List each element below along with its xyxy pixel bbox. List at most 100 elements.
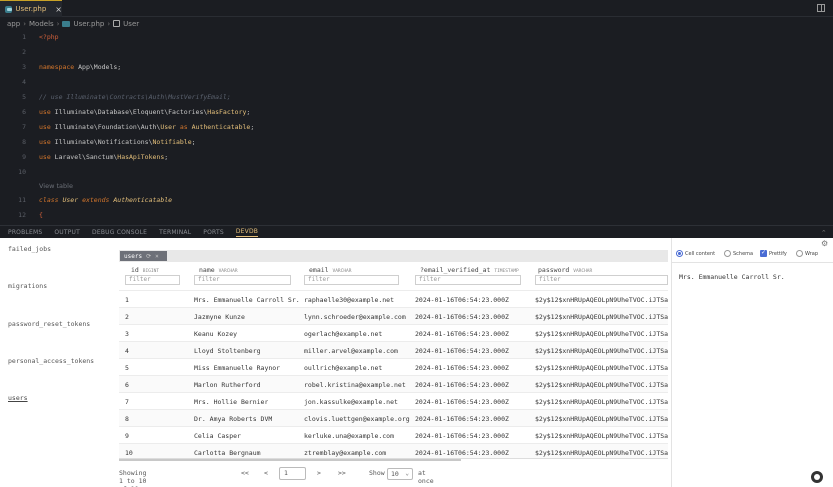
table-cell[interactable]: 2 (125, 313, 129, 321)
tab-problems[interactable]: PROBLEMS (8, 229, 42, 236)
table-cell[interactable]: $2y$12$xnHRUpAQEOLpN9UheTVOC.iJTSaCPt (535, 449, 668, 457)
table-cell[interactable]: $2y$12$xnHRUpAQEOLpN9UheTVOC.iJTSaCPt (535, 313, 668, 321)
code-line[interactable]: 2 (0, 46, 833, 58)
table-row[interactable]: 8 Dr. Amya Roberts DVM clovis.luettgen@exa… (119, 409, 668, 426)
column-filter-input[interactable]: filter (304, 275, 399, 285)
table-cell[interactable]: Marlon Rutherford (194, 381, 261, 389)
split-editor-icon[interactable] (817, 4, 825, 12)
code-line[interactable]: 3 namespace App\Models; (0, 61, 833, 73)
table-cell[interactable]: Mrs. Emmanuelle Carroll Sr. (194, 296, 300, 304)
option-prettify[interactable]: Prettify (760, 249, 787, 257)
table-cell[interactable]: 2024-01-16T06:54:23.000Z (415, 330, 509, 338)
tab-ports[interactable]: PORTS (203, 229, 224, 236)
breadcrumb-models[interactable]: Models (29, 20, 54, 28)
code-line[interactable]: 8 use Illuminate\Notifications\Notifiable… (0, 136, 833, 148)
table-cell[interactable]: 4 (125, 347, 129, 355)
code-line[interactable]: 9 use Laravel\Sanctum\HasApiTokens; (0, 151, 833, 163)
table-cell[interactable]: Keanu Kozey (194, 330, 237, 338)
code-line[interactable]: 4 (0, 76, 833, 88)
code-line[interactable]: 5 // use Illuminate\Contracts\Auth\MustVe… (0, 91, 833, 103)
table-cell[interactable]: Lloyd Stoltenberg (194, 347, 261, 355)
table-cell[interactable]: 2024-01-16T06:54:23.000Z (415, 415, 509, 423)
table-cell[interactable]: 1 (125, 296, 129, 304)
table-link-users[interactable]: users (8, 394, 28, 402)
page-number-input[interactable]: 1 (279, 467, 306, 480)
prev-page-button[interactable]: < (264, 469, 268, 477)
table-cell[interactable]: $2y$12$xnHRUpAQEOLpN9UheTVOC.iJTSaCPt (535, 296, 668, 304)
refresh-icon[interactable]: ⟳ (146, 253, 151, 260)
code-line[interactable]: 1 <?php (0, 31, 833, 43)
breadcrumb-symbol[interactable]: User (123, 20, 139, 28)
table-cell[interactable]: 2024-01-16T06:54:23.000Z (415, 347, 509, 355)
table-cell[interactable]: Mrs. Hollie Bernier (194, 398, 268, 406)
table-cell[interactable]: 2024-01-16T06:54:23.000Z (415, 432, 509, 440)
table-cell[interactable]: 2024-01-16T06:54:23.000Z (415, 296, 509, 304)
table-cell[interactable]: Carlotta Bergnaum (194, 449, 261, 457)
table-cell[interactable]: $2y$12$xnHRUpAQEOLpN9UheTVOC.iJTSaCPt (535, 381, 668, 389)
last-page-button[interactable]: >> (338, 469, 346, 477)
code-line[interactable]: 11 class User extends Authenticatable (0, 194, 833, 206)
table-cell[interactable]: Jazmyne Kunze (194, 313, 245, 321)
code-line[interactable]: 12 { (0, 209, 833, 221)
tab-debug-console[interactable]: DEBUG CONSOLE (92, 229, 147, 236)
settings-icon[interactable]: ⚙ (821, 239, 828, 248)
table-cell[interactable]: ogerlach@example.net (304, 330, 382, 338)
code-line[interactable]: 10 (0, 166, 833, 178)
checkbox-checked-icon[interactable] (760, 249, 767, 257)
code-line[interactable]: 6 use Illuminate\Database\Eloquent\Factor… (0, 106, 833, 118)
table-cell[interactable]: 2024-01-16T06:54:23.000Z (415, 449, 509, 457)
table-row[interactable]: 10 Carlotta Bergnaum ztremblay@example.com… (119, 443, 668, 458)
table-cell[interactable]: miller.arvel@example.com (304, 347, 398, 355)
table-cell[interactable]: ztremblay@example.com (304, 449, 386, 457)
table-cell[interactable]: $2y$12$xnHRUpAQEOLpN9UheTVOC.iJTSaCPt (535, 398, 668, 406)
tab-terminal[interactable]: TERMINAL (159, 229, 191, 236)
table-row[interactable]: 7 Mrs. Hollie Bernier jon.kassulke@example… (119, 392, 668, 409)
table-cell[interactable]: kerluke.una@example.com (304, 432, 394, 440)
table-cell[interactable]: 7 (125, 398, 129, 406)
radio-on-icon[interactable] (676, 250, 683, 257)
column-filter-input[interactable]: filter (194, 275, 291, 285)
table-cell[interactable]: raphaelle30@example.net (304, 296, 394, 304)
panel-actions-icon[interactable]: ⌃ (821, 229, 827, 237)
table-link-migrations[interactable]: migrations (8, 282, 47, 290)
table-cell[interactable]: 2024-01-16T06:54:23.000Z (415, 381, 509, 389)
option-wrap[interactable]: Wrap (796, 250, 818, 257)
first-page-button[interactable]: << (241, 469, 249, 477)
table-cell[interactable]: $2y$12$xnHRUpAQEOLpN9UheTVOC.iJTSaCPt (535, 347, 668, 355)
table-cell[interactable]: $2y$12$xnHRUpAQEOLpN9UheTVOC.iJTSaCPt (535, 432, 668, 440)
table-cell[interactable]: 6 (125, 381, 129, 389)
open-table-tab-users[interactable]: users ⟳ × (120, 251, 167, 261)
table-cell[interactable]: 2024-01-16T06:54:23.000Z (415, 364, 509, 372)
table-cell[interactable]: oullrich@example.net (304, 364, 382, 372)
table-row[interactable]: 4 Lloyd Stoltenberg miller.arvel@example.c… (119, 341, 668, 358)
checkbox-unchecked-icon[interactable] (796, 250, 803, 257)
table-row[interactable]: 1 Mrs. Emmanuelle Carroll Sr. raphaelle30@… (119, 290, 668, 307)
horizontal-scrollbar[interactable] (119, 459, 461, 461)
table-link-failed-jobs[interactable]: failed_jobs (8, 245, 51, 253)
table-cell[interactable]: 10 (125, 449, 133, 457)
table-cell[interactable]: 3 (125, 330, 129, 338)
table-row[interactable]: 3 Keanu Kozey ogerlach@example.net 2024-01-… (119, 324, 668, 341)
column-filter-input[interactable]: filter (415, 275, 521, 285)
close-icon[interactable]: × (55, 5, 62, 14)
view-table-codelens[interactable]: View table (39, 182, 73, 190)
table-cell[interactable]: lynn.schroeder@example.com (304, 313, 406, 321)
breadcrumb-file[interactable]: User.php (73, 20, 104, 28)
table-row[interactable]: 9 Celia Casper kerluke.una@example.com 2024… (119, 426, 668, 443)
column-filter-input[interactable]: filter (535, 275, 668, 285)
per-page-select[interactable]: 10 ⌄ (387, 468, 413, 480)
option-schema[interactable]: Schema (724, 250, 753, 257)
table-cell[interactable]: Miss Emmanuelle Raynor (194, 364, 280, 372)
table-row[interactable]: 2 Jazmyne Kunze lynn.schroeder@example.com… (119, 307, 668, 324)
tab-output[interactable]: OUTPUT (54, 229, 80, 236)
editor-tab-user-php[interactable]: User.php × (0, 0, 62, 17)
tab-devdb[interactable]: DEVDB (235, 228, 259, 237)
table-cell[interactable]: robel.kristina@example.net (304, 381, 406, 389)
table-cell[interactable]: jon.kassulke@example.net (304, 398, 398, 406)
table-cell[interactable]: 8 (125, 415, 129, 423)
table-cell[interactable]: $2y$12$xnHRUpAQEOLpN9UheTVOC.iJTSaCPt (535, 330, 668, 338)
table-row[interactable]: 6 Marlon Rutherford robel.kristina@example… (119, 375, 668, 392)
table-link-personal-access-tokens[interactable]: personal_access_tokens (8, 357, 94, 365)
table-link-password-reset-tokens[interactable]: password_reset_tokens (8, 320, 90, 328)
table-cell[interactable]: 5 (125, 364, 129, 372)
